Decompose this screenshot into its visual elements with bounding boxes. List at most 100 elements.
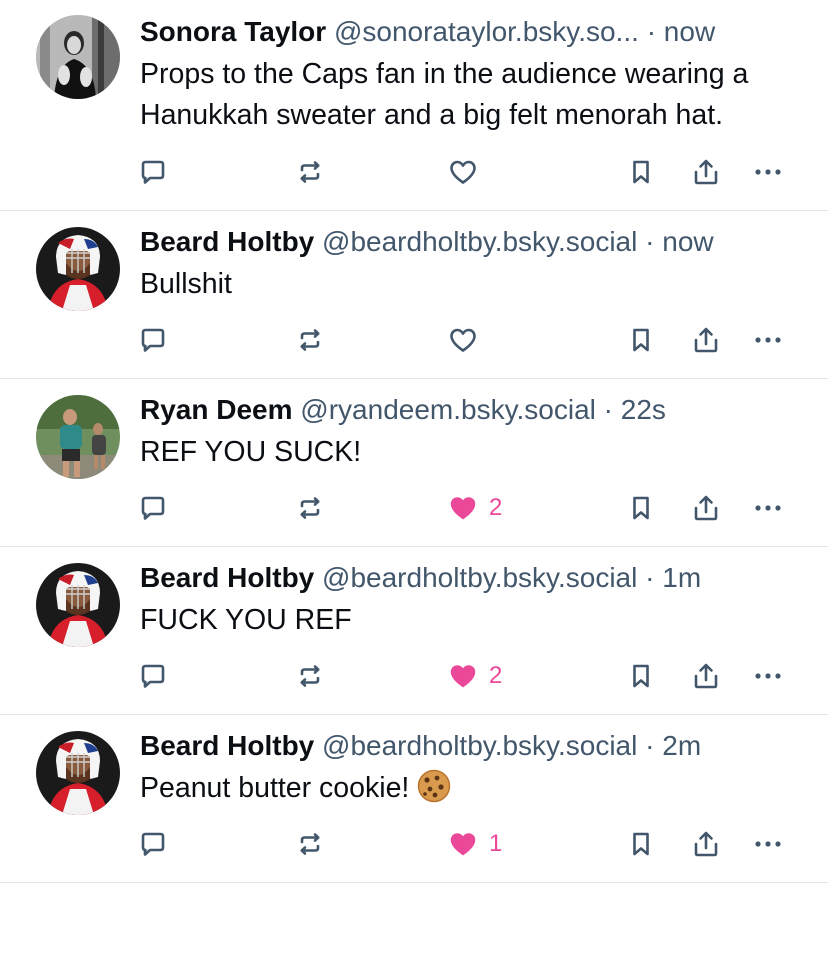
author-handle[interactable]: @beardholtby.bsky.social <box>322 730 637 761</box>
repost-icon <box>294 156 326 188</box>
reply-icon <box>137 660 169 692</box>
like-count: 2 <box>489 662 503 689</box>
bookmark-button[interactable] <box>625 156 657 188</box>
post-actions <box>140 312 812 378</box>
like-count: 2 <box>489 494 503 521</box>
like-button[interactable]: 2 <box>447 492 502 524</box>
share-icon <box>690 828 722 860</box>
like-button[interactable] <box>447 324 479 356</box>
share-icon <box>690 156 722 188</box>
reply-button[interactable] <box>137 828 169 860</box>
like-button[interactable]: 1 <box>447 828 502 860</box>
post-item[interactable]: Sonora Taylor @sonorataylor.bsky.so... ·… <box>0 0 828 211</box>
author-handle[interactable]: @beardholtby.bsky.social <box>322 562 637 593</box>
post-text: Peanut butter cookie! <box>140 772 410 804</box>
repost-icon <box>294 660 326 692</box>
post-text: REF YOU SUCK! <box>140 436 362 468</box>
like-button[interactable]: 2 <box>447 660 502 692</box>
post-item[interactable]: Beard Holtby @beardholtby.bsky.social · … <box>0 547 828 715</box>
bookmark-icon <box>625 492 657 524</box>
repost-button[interactable] <box>294 828 326 860</box>
like-count: 1 <box>489 830 503 857</box>
post-time[interactable]: 1m <box>662 562 701 593</box>
post-feed: Sonora Taylor @sonorataylor.bsky.so... ·… <box>0 0 828 883</box>
share-button[interactable] <box>690 156 722 188</box>
bookmark-button[interactable] <box>625 660 657 692</box>
more-dots-icon <box>752 828 784 860</box>
author-handle[interactable]: @sonorataylor.bsky.so... <box>334 16 639 47</box>
more-options-button[interactable] <box>752 156 784 188</box>
cookie-emoji-icon <box>417 769 451 803</box>
post-time[interactable]: 2m <box>662 730 701 761</box>
bookmark-icon <box>625 324 657 356</box>
reply-button[interactable] <box>137 660 169 692</box>
post-item[interactable]: Ryan Deem @ryandeem.bsky.social · 22s RE… <box>0 379 828 547</box>
author-name[interactable]: Beard Holtby <box>140 226 314 257</box>
share-button[interactable] <box>690 828 722 860</box>
like-button[interactable] <box>447 156 479 188</box>
bookmark-button[interactable] <box>625 492 657 524</box>
bookmark-icon <box>625 156 657 188</box>
post-header: Beard Holtby @beardholtby.bsky.social · … <box>140 225 800 259</box>
post-actions: 2 <box>140 480 812 546</box>
post-time[interactable]: now <box>662 226 713 257</box>
heart-icon <box>447 156 479 188</box>
post-item[interactable]: Beard Holtby @beardholtby.bsky.social · … <box>0 211 828 379</box>
avatar[interactable] <box>36 227 120 311</box>
more-dots-icon <box>752 492 784 524</box>
post-item[interactable]: Beard Holtby @beardholtby.bsky.social · … <box>0 715 828 883</box>
share-icon <box>690 324 722 356</box>
more-options-button[interactable] <box>752 324 784 356</box>
share-icon <box>690 492 722 524</box>
share-icon <box>690 660 722 692</box>
more-options-button[interactable] <box>752 828 784 860</box>
share-button[interactable] <box>690 492 722 524</box>
post-text: Props to the Caps fan in the audience we… <box>140 58 749 131</box>
post-actions: 2 <box>140 648 812 714</box>
share-button[interactable] <box>690 660 722 692</box>
author-handle[interactable]: @ryandeem.bsky.social <box>300 394 596 425</box>
heart-icon <box>447 324 479 356</box>
author-name[interactable]: Ryan Deem <box>140 394 293 425</box>
bookmark-icon <box>625 660 657 692</box>
meta-separator: · <box>646 16 657 47</box>
post-header: Beard Holtby @beardholtby.bsky.social · … <box>140 561 800 595</box>
more-options-button[interactable] <box>752 492 784 524</box>
repost-icon <box>294 828 326 860</box>
post-text-row: Peanut butter cookie! <box>140 768 805 809</box>
bookmark-button[interactable] <box>625 324 657 356</box>
more-dots-icon <box>752 324 784 356</box>
avatar[interactable] <box>36 563 120 647</box>
more-dots-icon <box>752 660 784 692</box>
repost-button[interactable] <box>294 660 326 692</box>
post-actions: 1 <box>140 816 812 882</box>
author-name[interactable]: Beard Holtby <box>140 730 314 761</box>
repost-icon <box>294 324 326 356</box>
more-dots-icon <box>752 156 784 188</box>
meta-separator: · <box>645 226 655 257</box>
reply-icon <box>137 492 169 524</box>
repost-button[interactable] <box>294 324 326 356</box>
share-button[interactable] <box>690 324 722 356</box>
heart-filled-icon <box>447 492 479 524</box>
reply-icon <box>137 324 169 356</box>
repost-icon <box>294 492 326 524</box>
reply-button[interactable] <box>137 156 169 188</box>
author-name[interactable]: Beard Holtby <box>140 562 314 593</box>
repost-button[interactable] <box>294 492 326 524</box>
avatar[interactable] <box>36 395 120 479</box>
repost-button[interactable] <box>294 156 326 188</box>
author-handle[interactable]: @beardholtby.bsky.social <box>322 226 637 257</box>
reply-icon <box>137 156 169 188</box>
author-name[interactable]: Sonora Taylor <box>140 16 326 47</box>
more-options-button[interactable] <box>752 660 784 692</box>
bookmark-button[interactable] <box>625 828 657 860</box>
post-text: FUCK YOU REF <box>140 604 352 636</box>
avatar[interactable] <box>36 731 120 815</box>
post-header: Beard Holtby @beardholtby.bsky.social · … <box>140 729 800 763</box>
reply-button[interactable] <box>137 324 169 356</box>
reply-button[interactable] <box>137 492 169 524</box>
post-time[interactable]: 22s <box>621 394 666 425</box>
post-time[interactable]: now <box>664 16 715 47</box>
avatar[interactable] <box>36 15 120 99</box>
